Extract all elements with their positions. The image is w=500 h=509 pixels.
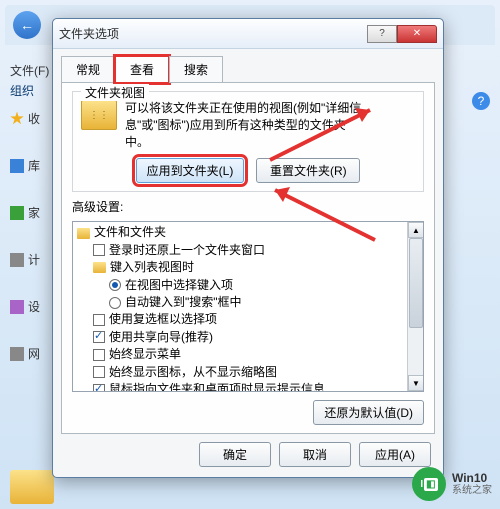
ok-button[interactable]: 确定 [199,442,271,467]
tree-select-typed[interactable]: 在视图中选择键入项 [77,277,421,294]
homegroup-icon [10,206,24,220]
folder-view-group: 文件夹视图 可以将该文件夹正在使用的视图(例如"详细信 息"或"图标")应用到所… [72,91,424,192]
close-button[interactable]: ✕ [397,25,437,43]
explorer-menu-file[interactable]: 文件(F) [10,62,49,79]
apply-to-folders-button[interactable]: 应用到文件夹(L) [136,158,245,183]
reset-folders-button[interactable]: 重置文件夹(R) [256,158,360,183]
folder-view-description: 可以将该文件夹正在使用的视图(例如"详细信 息"或"图标")应用到所有这种类型的… [125,100,361,150]
watermark-line1: Win10 [452,471,492,485]
tree-restore-windows[interactable]: 登录时还原上一个文件夹窗口 [77,242,421,259]
network-icon [10,347,24,361]
radio-icon[interactable] [109,297,121,309]
tree-auto-search[interactable]: 自动键入到"搜索"框中 [77,294,421,311]
tree-tooltips[interactable]: 鼠标指向文件夹和桌面项时显示提示信息 [77,381,421,392]
dialog-tabs: 常规 查看 搜索 [53,49,443,82]
tab-search[interactable]: 搜索 [169,56,223,83]
checkbox-icon[interactable] [93,349,105,361]
library-icon [10,159,24,173]
advanced-settings-tree[interactable]: 文件和文件夹 登录时还原上一个文件夹窗口 键入列表视图时 在视图中选择键入项 自… [72,221,424,392]
scroll-down-icon[interactable]: ▼ [408,375,424,391]
scroll-up-icon[interactable]: ▲ [408,222,424,238]
star-icon [10,112,24,126]
tree-sharing-wizard[interactable]: 使用共享向导(推荐) [77,329,421,346]
scroll-thumb[interactable] [409,238,423,328]
folder-icon [81,100,117,130]
dialog-title: 文件夹选项 [59,25,367,42]
tree-checkboxes[interactable]: 使用复选框以选择项 [77,311,421,328]
tree-always-icons[interactable]: 始终显示图标，从不显示缩略图 [77,364,421,381]
dialog-titlebar[interactable]: 文件夹选项 ? ✕ [53,19,443,49]
tree-scrollbar[interactable]: ▲ ▼ [407,222,423,391]
help-icon[interactable]: ? [472,92,490,110]
tree-typing-list[interactable]: 键入列表视图时 [77,259,421,276]
watermark: I◧ Win10 系统之家 [412,467,492,501]
checkbox-icon[interactable] [93,366,105,378]
radio-icon[interactable] [109,279,121,291]
cancel-button[interactable]: 取消 [279,442,351,467]
checkbox-icon[interactable] [93,314,105,326]
folder-icon [93,262,106,273]
checkbox-icon[interactable] [93,244,105,256]
folder-options-dialog: 文件夹选项 ? ✕ 常规 查看 搜索 文件夹视图 可以将该文件夹正在使用的视图(… [52,18,444,478]
computer-icon [10,253,24,267]
apply-button[interactable]: 应用(A) [359,442,431,467]
settings-icon [10,300,24,314]
folder-large-icon [10,470,54,504]
explorer-toolbar-organize[interactable]: 组织 [10,82,34,99]
tab-view[interactable]: 查看 [115,56,169,83]
folder-icon [77,228,90,239]
watermark-line2: 系统之家 [452,485,492,497]
tree-always-menu[interactable]: 始终显示菜单 [77,346,421,363]
checkbox-icon[interactable] [93,331,105,343]
advanced-settings-label: 高级设置: [72,198,424,215]
restore-defaults-button[interactable]: 还原为默认值(D) [313,400,424,425]
back-button[interactable]: ← [13,11,41,39]
help-button[interactable]: ? [367,25,397,43]
group-title: 文件夹视图 [81,84,149,101]
dialog-button-bar: 确定 取消 应用(A) [53,434,443,477]
tab-general[interactable]: 常规 [61,56,115,83]
tree-node-files-folders[interactable]: 文件和文件夹 [77,224,421,241]
checkbox-icon[interactable] [93,384,105,392]
tab-view-panel: 文件夹视图 可以将该文件夹正在使用的视图(例如"详细信 息"或"图标")应用到所… [61,82,435,434]
watermark-badge-icon: I◧ [412,467,446,501]
